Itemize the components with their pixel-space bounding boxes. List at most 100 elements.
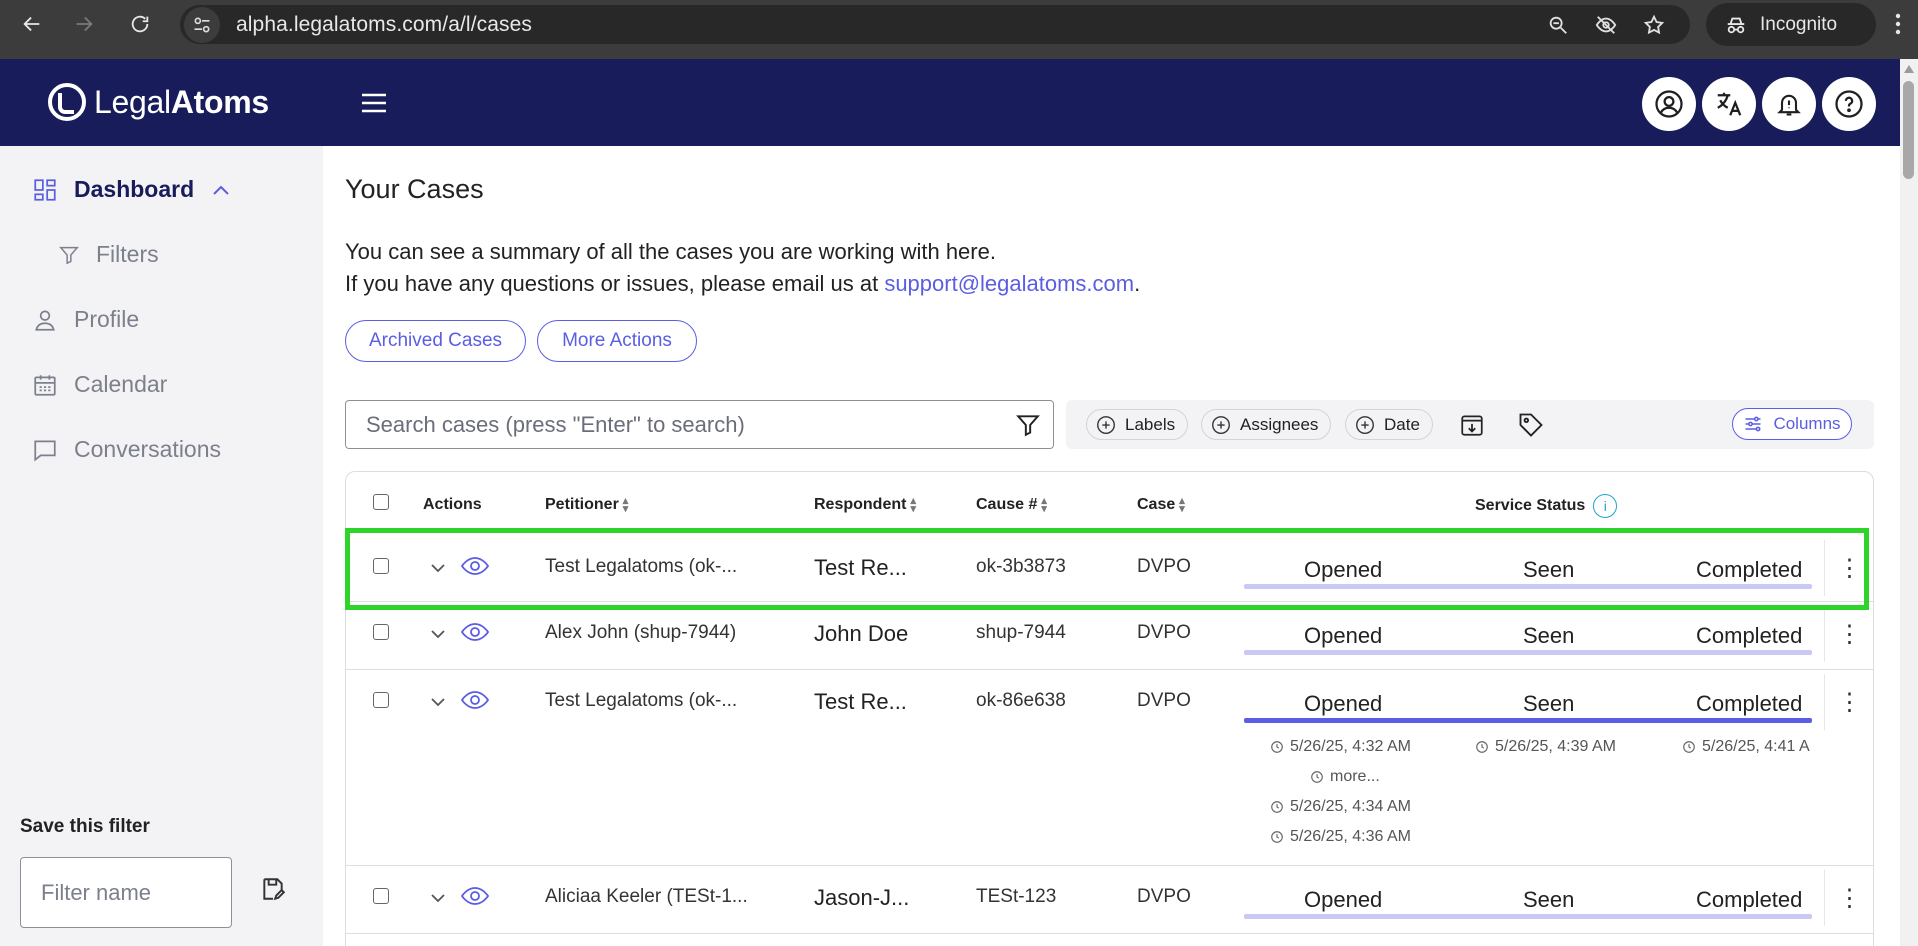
header-cause[interactable]: Cause # ▴ ▾ xyxy=(976,495,1047,515)
timestamp-text: 5/26/25, 4:32 AM xyxy=(1290,738,1411,755)
chevron-down-icon[interactable] xyxy=(428,692,448,712)
filter-name-input[interactable] xyxy=(20,857,232,928)
sort-icon: ▴ ▾ xyxy=(622,495,629,515)
help-icon[interactable] xyxy=(1822,77,1876,131)
row-menu-icon[interactable]: ⋮ xyxy=(1824,870,1873,926)
cases-table: Actions Petitioner ▴ ▾ Respondent ▴ ▾ Cause … xyxy=(345,471,1874,946)
clock-icon xyxy=(1683,741,1695,753)
table-row[interactable]: Test Legalatoms (ok-... Test Re... ok-3b… xyxy=(346,534,1873,602)
archived-cases-button[interactable]: Archived Cases xyxy=(345,320,526,362)
search-box xyxy=(345,400,1054,449)
cause-cell: ok-86e638 xyxy=(976,690,1066,711)
table-row[interactable]: Aliciaa Keeler (TESt-1... Jason-J... TES… xyxy=(346,866,1873,934)
row-menu-icon[interactable]: ⋮ xyxy=(1824,674,1873,730)
eye-icon[interactable] xyxy=(460,621,490,643)
translate-icon[interactable] xyxy=(1702,77,1756,131)
reload-icon[interactable] xyxy=(114,0,166,48)
sidebar-item-conversations[interactable]: Conversations xyxy=(32,436,221,463)
cause-cell: shup-7944 xyxy=(976,622,1066,643)
petitioner-cell[interactable]: Alex John (shup-7944) xyxy=(545,622,736,644)
eye-off-icon[interactable] xyxy=(1586,5,1626,44)
more-actions-button[interactable]: More Actions xyxy=(537,320,697,362)
clock-icon xyxy=(1311,771,1323,783)
row-checkbox[interactable] xyxy=(373,692,389,708)
page-scrollbar[interactable] xyxy=(1900,59,1918,946)
chevron-down-icon[interactable] xyxy=(428,558,448,578)
sidebar-item-dashboard[interactable]: Dashboard xyxy=(32,176,246,203)
forward-arrow-icon[interactable] xyxy=(58,0,110,48)
header-case[interactable]: Case ▴ ▾ xyxy=(1137,495,1185,515)
petitioner-cell[interactable]: Aliciaa Keeler (TESt-1... xyxy=(545,886,748,908)
legalatoms-logo[interactable]: LegalAtoms xyxy=(46,81,269,123)
table-row[interactable]: Test Legalatoms (ok-... Test Re... ok-86… xyxy=(346,670,1873,866)
date-chip[interactable]: Date xyxy=(1345,409,1433,440)
sort-icon: ▴ ▾ xyxy=(910,495,916,515)
chevron-down-icon[interactable] xyxy=(428,888,448,908)
tag-icon[interactable] xyxy=(1516,410,1546,440)
incognito-profile[interactable]: Incognito xyxy=(1706,3,1876,46)
info-icon[interactable]: i xyxy=(1593,494,1618,518)
url-text[interactable]: alpha.legalatoms.com/a/l/cases xyxy=(236,13,532,37)
cause-cell: TESt-123 xyxy=(976,886,1057,907)
chevron-down-icon[interactable] xyxy=(428,624,448,644)
support-email-link[interactable]: support@legalatoms.com xyxy=(884,271,1134,296)
status-completed: Completed xyxy=(1696,623,1803,648)
logo-text-light: Legal xyxy=(94,83,171,120)
page-title: Your Cases xyxy=(345,174,484,204)
table-row[interactable]: Alex John (shup-7944) John Doe shup-7944… xyxy=(346,602,1873,670)
filter-icon[interactable] xyxy=(1015,412,1041,438)
save-filter-label: Save this filter xyxy=(20,816,150,837)
sidebar-item-calendar[interactable]: Calendar xyxy=(32,371,167,398)
scroll-up-icon[interactable] xyxy=(1904,65,1914,73)
filter-icon xyxy=(59,246,79,264)
assignees-chip[interactable]: Assignees xyxy=(1201,409,1332,440)
hamburger-menu-icon[interactable] xyxy=(356,87,392,119)
status-opened: Opened xyxy=(1304,691,1383,716)
status-seen: Seen xyxy=(1523,691,1575,716)
petitioner-cell[interactable]: Test Legalatoms (ok-... xyxy=(545,556,737,578)
row-menu-icon[interactable]: ⋮ xyxy=(1824,540,1873,596)
intro-line-2: If you have any questions or issues, ple… xyxy=(345,268,1140,300)
clock-icon xyxy=(1271,741,1283,753)
zoom-icon[interactable] xyxy=(1538,5,1578,44)
incognito-label: Incognito xyxy=(1760,13,1838,35)
case-cell: DVPO xyxy=(1137,622,1191,643)
header-respondent[interactable]: Respondent ▴ ▾ xyxy=(814,495,916,515)
select-all-checkbox[interactable] xyxy=(373,494,389,510)
row-checkbox[interactable] xyxy=(373,888,389,904)
plus-circle-icon xyxy=(1212,415,1230,434)
scrollbar-thumb[interactable] xyxy=(1903,81,1914,179)
header-petitioner[interactable]: Petitioner ▴ ▾ xyxy=(545,495,629,515)
save-filter-icon[interactable] xyxy=(258,874,288,904)
sidebar-item-filters[interactable]: Filters xyxy=(58,241,159,268)
eye-icon[interactable] xyxy=(460,555,490,577)
search-input[interactable] xyxy=(366,411,986,438)
status-progress-bar xyxy=(1244,914,1812,919)
site-info-icon[interactable] xyxy=(184,6,220,43)
archive-download-icon[interactable] xyxy=(1457,410,1487,440)
sort-icon: ▴ ▾ xyxy=(1179,495,1185,515)
row-menu-icon[interactable]: ⋮ xyxy=(1824,606,1873,662)
sort-icon: ▴ ▾ xyxy=(1041,495,1047,515)
chevron-up-icon[interactable] xyxy=(212,184,230,196)
eye-icon[interactable] xyxy=(460,689,490,711)
columns-button[interactable]: Columns xyxy=(1732,408,1852,440)
status-opened: Opened xyxy=(1304,623,1383,648)
account-icon[interactable] xyxy=(1642,77,1696,131)
kebab-icon[interactable] xyxy=(1880,5,1916,43)
notifications-icon[interactable] xyxy=(1762,77,1816,131)
service-status: Opened Seen Completed xyxy=(1244,887,1812,946)
eye-icon[interactable] xyxy=(460,885,490,907)
row-checkbox[interactable] xyxy=(373,558,389,574)
sidebar-item-label: Dashboard xyxy=(74,176,195,202)
row-checkbox[interactable] xyxy=(373,624,389,640)
star-icon[interactable] xyxy=(1634,5,1674,44)
header-actions-label: Actions xyxy=(423,496,482,513)
sidebar-item-profile[interactable]: Profile xyxy=(32,306,139,333)
address-bar[interactable]: alpha.legalatoms.com/a/l/cases xyxy=(180,5,1690,44)
petitioner-cell[interactable]: Test Legalatoms (ok-... xyxy=(545,690,737,712)
more-timestamps-link[interactable]: more... xyxy=(1310,768,1380,786)
labels-chip[interactable]: Labels xyxy=(1086,409,1189,440)
back-arrow-icon[interactable] xyxy=(6,0,58,48)
more-timestamps-text[interactable]: more... xyxy=(1330,768,1380,786)
